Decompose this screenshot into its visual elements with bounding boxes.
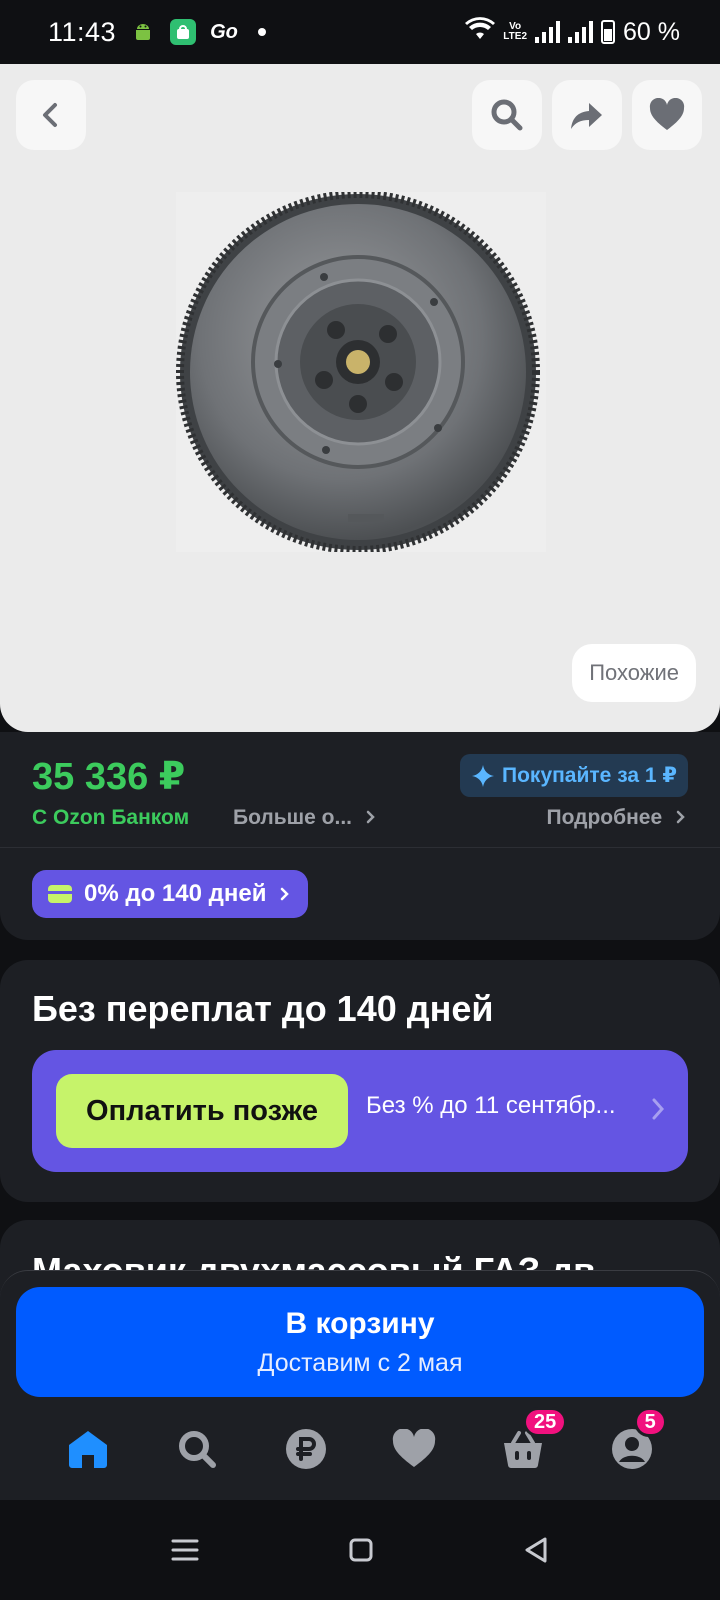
delivery-date: Доставим с 2 мая <box>257 1348 463 1377</box>
more-link[interactable]: Больше о... <box>233 806 378 830</box>
tab-bar: 25 5 <box>0 1407 720 1489</box>
add-to-cart-button[interactable]: В корзину Доставим с 2 мая <box>16 1287 704 1397</box>
volte-icon: Vo LTE2 <box>503 21 528 42</box>
product-image[interactable] <box>176 192 546 552</box>
pay-later-card: Без переплат до 140 дней Оплатить позже … <box>0 960 720 1202</box>
android-debug-icon <box>130 19 156 45</box>
chevron-right-icon <box>652 1098 665 1120</box>
tab-profile[interactable]: 5 <box>602 1407 667 1479</box>
similar-button[interactable]: Похожие <box>572 644 696 702</box>
sparkle-icon <box>472 764 495 787</box>
add-to-cart-label: В корзину <box>285 1306 435 1340</box>
heart-icon <box>649 98 685 130</box>
more-link-label: Больше о... <box>233 806 352 829</box>
signal-1-icon <box>535 21 561 43</box>
divider <box>0 847 720 848</box>
back-button[interactable] <box>16 80 86 150</box>
home-icon <box>69 1431 108 1468</box>
ruble-icon <box>285 1429 326 1469</box>
heart-icon <box>393 1429 436 1467</box>
profile-badge: 5 <box>633 1407 667 1437</box>
status-bar: 11:43 Go Vo LTE2 60 % <box>0 0 720 64</box>
price-card: 35 336 ₽ С Ozon Банком Больше о... Покуп… <box>0 732 720 940</box>
chevron-left-icon <box>43 103 57 127</box>
chevron-right-icon <box>366 810 375 824</box>
go-app-icon: Go <box>210 20 238 43</box>
notification-dot-icon <box>257 28 266 36</box>
cart-badge: 25 <box>522 1407 568 1437</box>
product-gallery[interactable]: Похожие <box>0 64 720 732</box>
chevron-right-icon <box>676 810 685 824</box>
ozon-bank-label: С Ozon Банком <box>32 806 190 829</box>
tab-finance[interactable] <box>276 1419 336 1479</box>
status-time: 11:43 <box>48 16 117 47</box>
wifi-icon <box>465 16 496 48</box>
tab-favorites[interactable] <box>384 1419 444 1479</box>
home-nav-icon[interactable] <box>349 1538 373 1562</box>
installment-label: 0% до 140 дней <box>84 880 267 907</box>
shop-app-icon <box>170 19 197 45</box>
battery-percent: 60 % <box>623 17 680 46</box>
pay-later-banner[interactable]: Оплатить позже Без % до 11 сентябр... <box>32 1050 688 1172</box>
details-label: Подробнее <box>546 806 663 829</box>
promo-badge[interactable]: Покупайте за 1 ₽ <box>460 754 688 797</box>
share-icon <box>571 103 602 129</box>
tab-cart[interactable]: 25 <box>493 1407 568 1479</box>
search-button[interactable] <box>472 80 542 150</box>
tab-search[interactable] <box>167 1419 227 1479</box>
chevron-right-icon <box>281 887 290 901</box>
share-button[interactable] <box>552 80 622 150</box>
back-nav-icon[interactable] <box>523 1536 549 1564</box>
pay-later-title: Без переплат до 140 дней <box>32 988 494 1029</box>
tab-home[interactable] <box>58 1419 118 1479</box>
pay-later-button[interactable]: Оплатить позже <box>56 1074 348 1148</box>
installment-badge[interactable]: 0% до 140 дней <box>32 870 309 918</box>
card-icon <box>48 885 72 903</box>
pay-later-note: Без % до 11 сентябр... <box>366 1092 616 1119</box>
system-nav-bar <box>0 1500 720 1600</box>
signal-2-icon <box>568 21 594 43</box>
search-icon <box>178 1431 216 1468</box>
recent-apps-icon[interactable] <box>171 1538 199 1562</box>
promo-label: Покупайте за 1 ₽ <box>502 764 677 787</box>
price: 35 336 ₽ <box>32 756 186 798</box>
favorite-button[interactable] <box>632 80 702 150</box>
battery-icon <box>601 20 616 44</box>
details-link[interactable]: Подробнее <box>547 806 689 830</box>
search-icon <box>491 99 523 131</box>
